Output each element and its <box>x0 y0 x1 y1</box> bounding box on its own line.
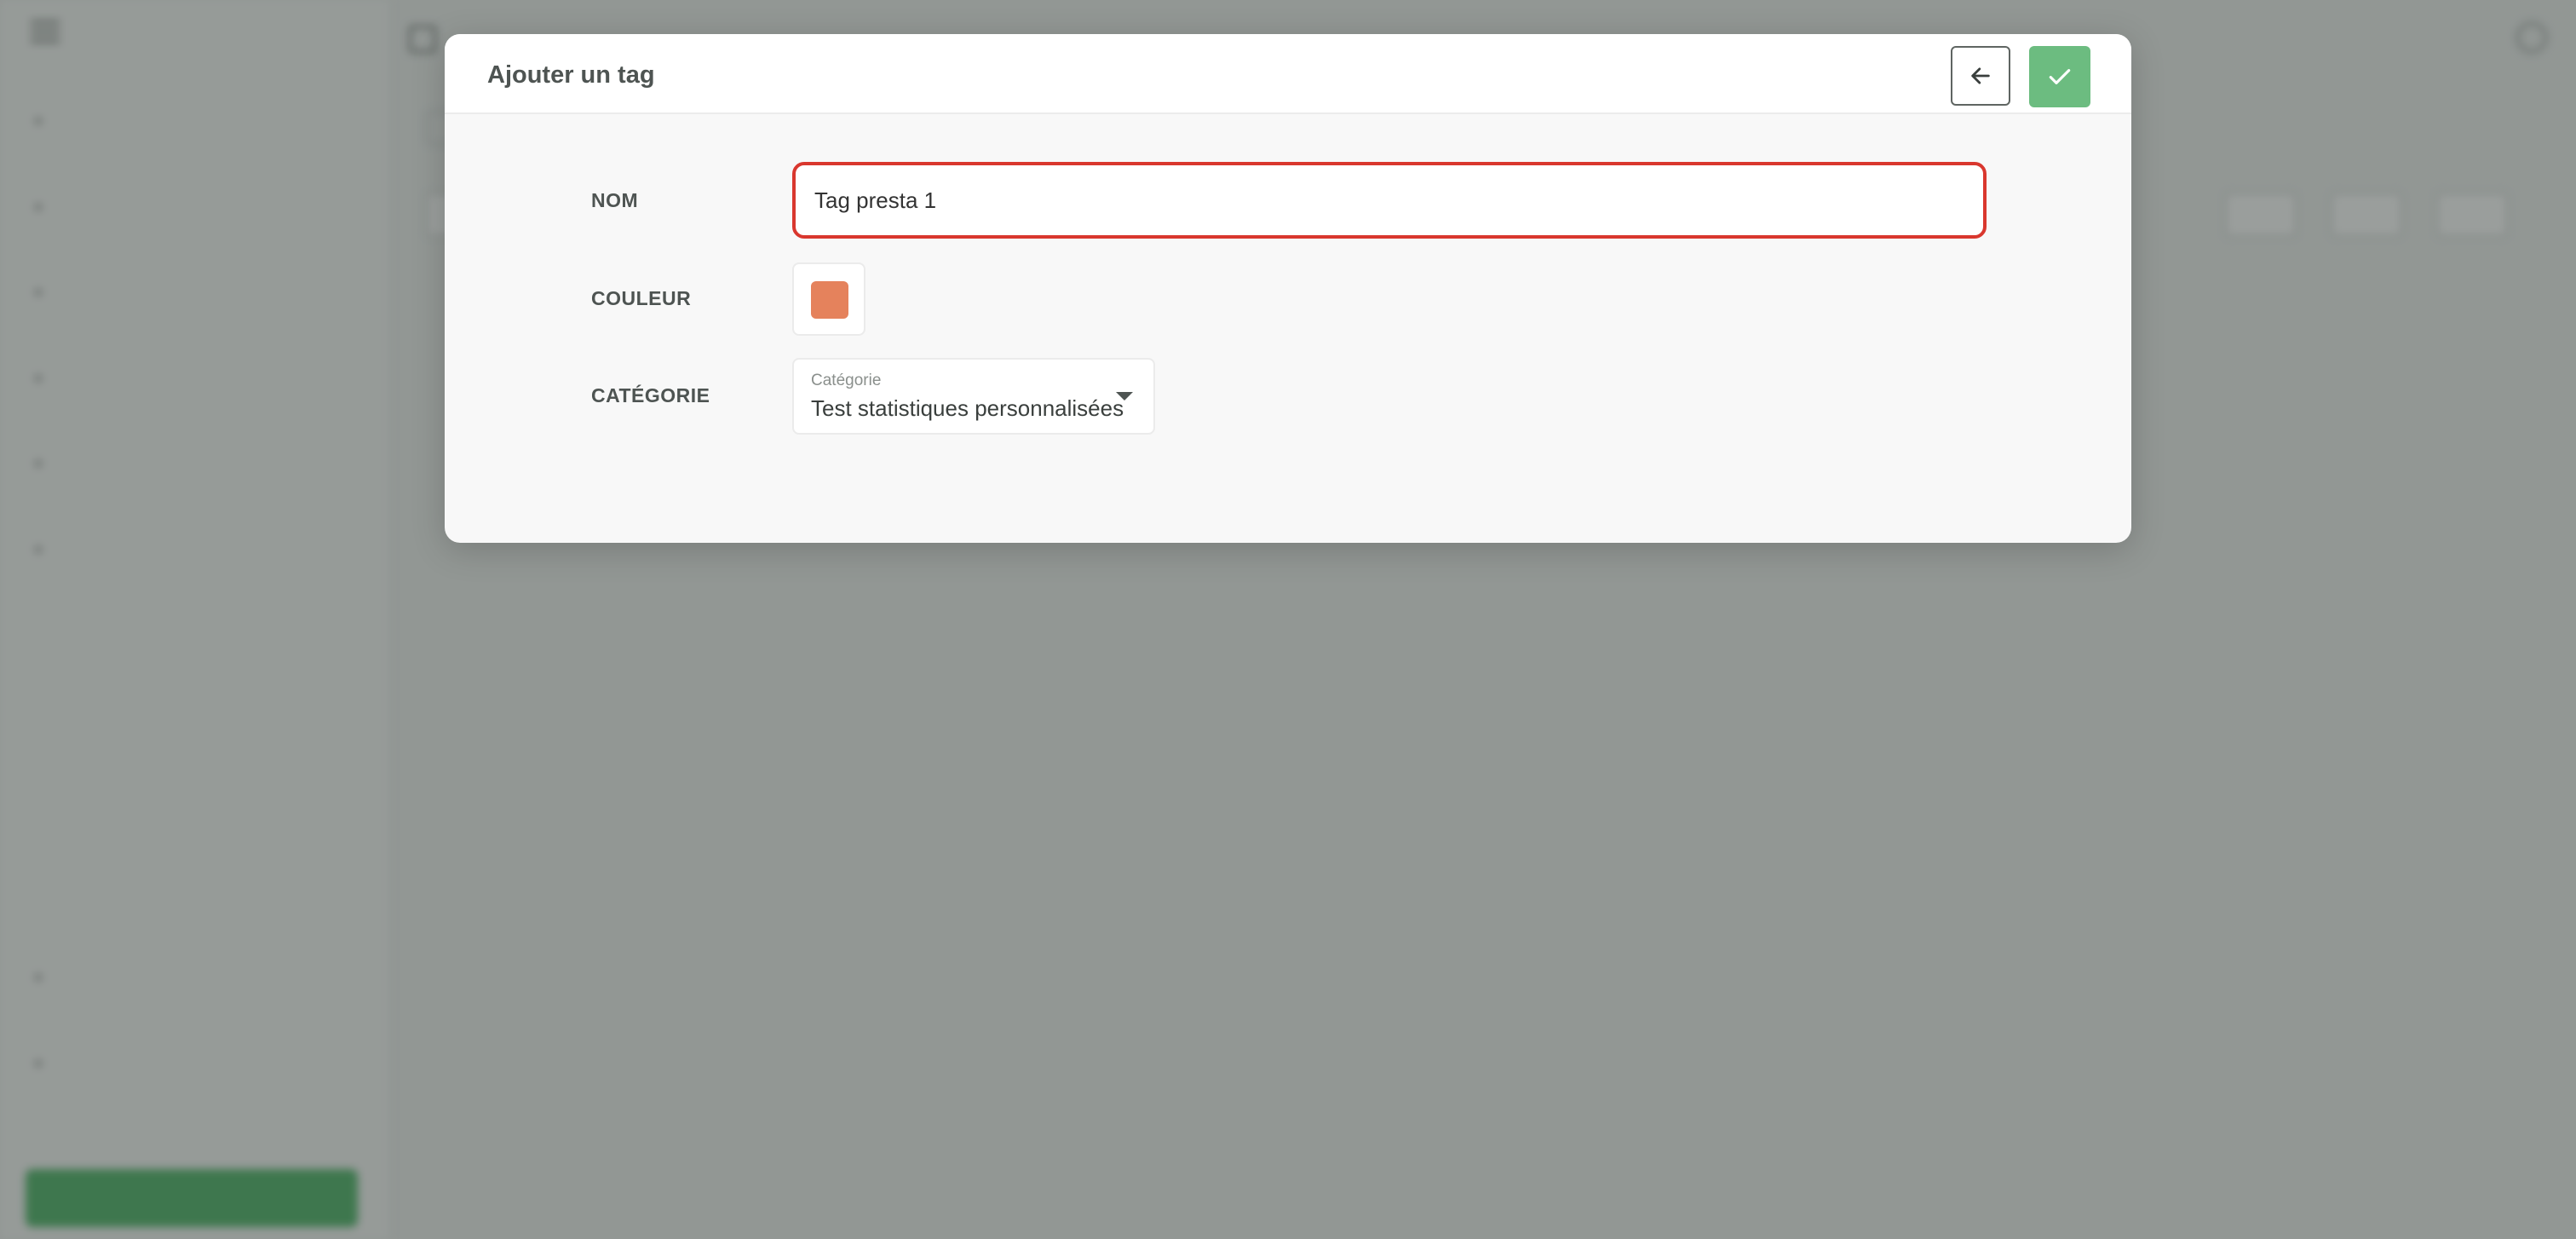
modal-header: Ajouter un tag <box>445 34 2131 114</box>
arrow-left-icon <box>1971 67 1990 84</box>
name-label: NOM <box>591 189 639 211</box>
add-tag-modal: Ajouter un tag NOM COULEUR CATÉGORIE Cat… <box>445 34 2131 543</box>
name-input[interactable] <box>792 162 1987 239</box>
category-select-value: Test statistiques personnalisées <box>811 395 1124 421</box>
caret-down-icon <box>1116 392 1133 401</box>
color-picker[interactable] <box>792 262 865 336</box>
category-select-caption: Catégorie <box>811 372 882 389</box>
back-button[interactable] <box>1951 46 2010 106</box>
category-select[interactable]: Catégorie Test statistiques personnalisé… <box>792 358 1155 435</box>
confirm-button[interactable] <box>2029 46 2090 107</box>
color-swatch <box>811 281 848 319</box>
category-label: CATÉGORIE <box>591 384 710 406</box>
check-icon <box>2049 69 2071 84</box>
modal-title: Ajouter un tag <box>487 61 655 89</box>
color-label: COULEUR <box>591 287 692 309</box>
